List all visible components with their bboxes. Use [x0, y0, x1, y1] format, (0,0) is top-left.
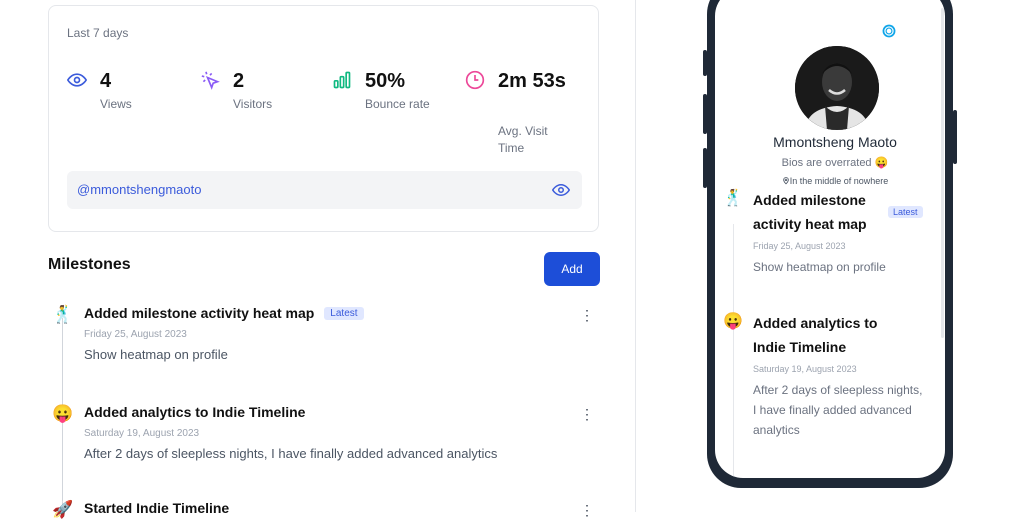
eye-icon[interactable] — [552, 181, 570, 199]
milestone-date: Saturday 19, August 2023 — [753, 364, 857, 374]
timeline-line — [733, 224, 734, 478]
avatar-photo — [795, 46, 879, 130]
add-milestone-button[interactable]: Add — [544, 252, 600, 286]
profile-bio: Bios are overrated 😛 — [781, 157, 889, 169]
milestone-title: Added milestone activity heat map — [753, 192, 867, 232]
milestone-title: Added analytics to Indie Timeline — [753, 315, 878, 355]
phone-side-button — [703, 148, 707, 188]
bar-chart-icon — [333, 71, 351, 89]
profile-location: In the middle of nowhere — [715, 176, 945, 186]
phone-side-button — [703, 50, 707, 76]
milestone-title: Added milestone activity heat map — [84, 305, 315, 321]
stat-label: Bounce rate — [365, 97, 430, 111]
tongue-face-emoji-icon: 😛 — [52, 404, 74, 423]
stat-value: 4 — [100, 70, 112, 92]
latest-badge: Latest — [888, 206, 923, 218]
milestone-title: Added analytics to Indie Timeline — [84, 404, 306, 420]
map-pin-icon — [782, 177, 789, 185]
stat-value: 50% — [365, 70, 406, 92]
stat-value: 2m 53s — [498, 70, 566, 92]
avatar — [795, 46, 879, 130]
profile-handle[interactable]: @mmontshengmaoto — [77, 182, 201, 197]
location-text: In the middle of nowhere — [789, 176, 889, 186]
phone-preview: Mmontsheng Maoto Bios are overrated 😛 In… — [703, 0, 957, 488]
more-options-icon[interactable]: ⋮ — [580, 406, 594, 423]
phone-screen: Mmontsheng Maoto Bios are overrated 😛 In… — [715, 0, 945, 478]
stat-label: Avg. Visit Time — [498, 124, 548, 155]
milestone-date: Saturday 19, August 2023 — [84, 428, 200, 439]
rocket-emoji-icon: 🚀 — [52, 500, 74, 519]
stat-value: 2 — [233, 70, 245, 92]
milestone-description: After 2 days of sleepless nights, I have… — [84, 446, 498, 461]
pointer-click-icon — [201, 71, 220, 90]
profile-name: Mmontsheng Maoto — [773, 134, 897, 150]
dancer-emoji-icon: 🕺 — [723, 190, 743, 207]
phone-side-button — [703, 94, 707, 134]
verified-badge-icon — [882, 24, 896, 38]
milestone-description: Show heatmap on profile — [753, 260, 886, 274]
milestone-title: Started Indie Timeline — [84, 500, 230, 516]
eye-icon — [67, 73, 87, 87]
dancer-emoji-icon: 🕺 — [52, 305, 74, 324]
more-options-icon[interactable]: ⋮ — [580, 307, 594, 324]
milestone-date: Friday 25, August 2023 — [753, 241, 846, 251]
tongue-face-emoji-icon: 😛 — [723, 313, 743, 330]
more-options-icon[interactable]: ⋮ — [580, 502, 594, 519]
milestone-date: Friday 25, August 2023 — [84, 329, 187, 340]
stat-label: Views — [100, 97, 132, 111]
profile-link-bar[interactable]: @mmontshengmaoto — [67, 171, 582, 209]
dashboard-panel: Last 7 days 4 Views 2 Visitors 50% Bounc… — [0, 0, 636, 519]
milestone-description: After 2 days of sleepless nights, I have… — [753, 383, 923, 437]
period-label: Last 7 days — [67, 26, 129, 40]
milestone-description: Show heatmap on profile — [84, 347, 228, 362]
analytics-card: Last 7 days 4 Views 2 Visitors 50% Bounc… — [48, 5, 599, 232]
clock-icon — [465, 70, 485, 90]
milestones-heading: Milestones — [48, 256, 131, 273]
scrollbar[interactable] — [941, 8, 944, 338]
phone-side-button — [953, 110, 957, 164]
latest-badge: Latest — [324, 307, 364, 320]
stat-label: Visitors — [233, 97, 273, 111]
